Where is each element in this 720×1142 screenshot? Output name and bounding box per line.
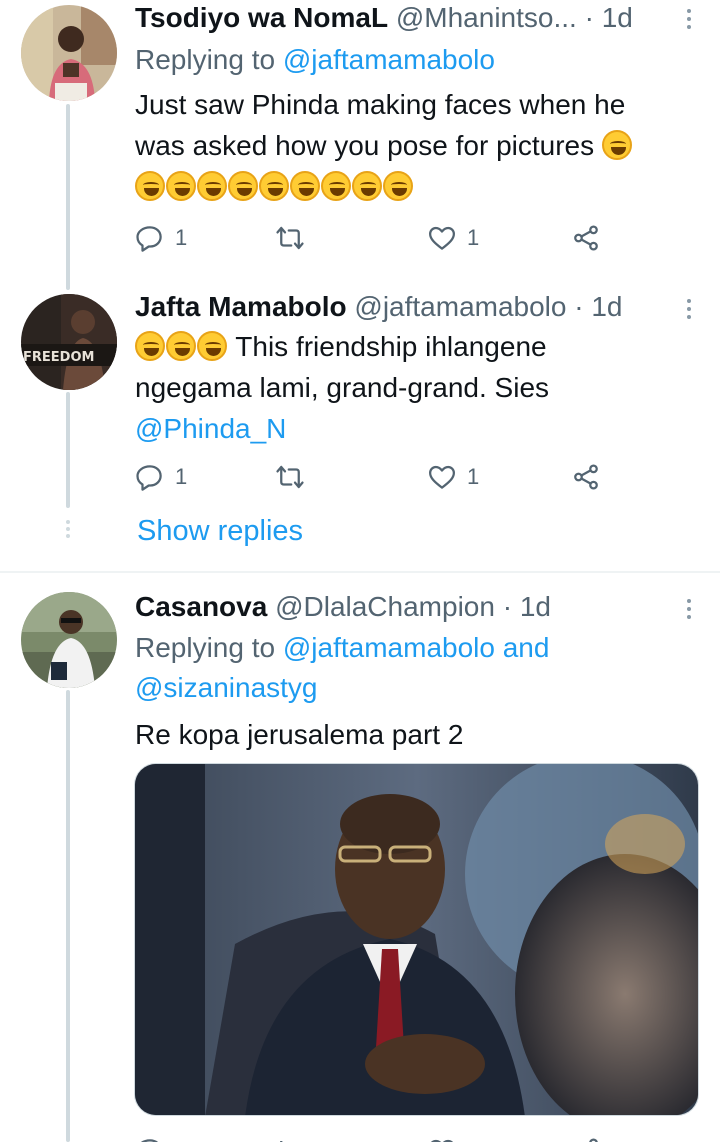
- retweet-icon: [276, 226, 304, 250]
- user-handle[interactable]: @Mhanintso...: [396, 2, 577, 33]
- tweet-2[interactable]: FREEDOM Jafta Mamabolo @jaftamamabolo · …: [0, 290, 720, 570]
- reply-icon: [136, 465, 162, 491]
- timestamp[interactable]: · 1d: [503, 591, 551, 622]
- tweet-text: Re kopa jerusalema part 2: [135, 719, 464, 750]
- share-icon: [574, 225, 598, 251]
- retweet-icon: [276, 465, 304, 489]
- user-handle[interactable]: @jaftamamabolo: [354, 291, 566, 322]
- tweet-header: Tsodiyo wa NomaL @Mhanintso... · 1d: [135, 0, 660, 38]
- reply-icon: [136, 226, 162, 252]
- timestamp[interactable]: · 1d: [574, 291, 622, 322]
- user-handle[interactable]: @DlalaChampion: [275, 591, 495, 622]
- laughing-emoji-icon: [321, 171, 351, 201]
- like-button[interactable]: [427, 1134, 457, 1142]
- reply-count: 1: [175, 464, 188, 489]
- retweet-icon: [280, 1141, 283, 1142]
- like-count: 1: [467, 225, 480, 250]
- display-name[interactable]: Casanova: [135, 591, 267, 622]
- like-icon: [429, 226, 455, 250]
- mention-link[interactable]: @sizaninastyg: [135, 668, 549, 708]
- thread-line: [66, 690, 70, 1142]
- laughing-emoji-icon: [601, 130, 632, 160]
- more-icon[interactable]: [684, 596, 694, 626]
- reply-icon: [140, 1139, 159, 1142]
- tweet-1[interactable]: Tsodiyo wa NomaL @Mhanintso... · 1d Repl…: [0, 0, 720, 290]
- retweet-button[interactable]: [275, 1134, 305, 1142]
- display-name[interactable]: Jafta Mamabolo: [135, 291, 347, 322]
- share-button[interactable]: [571, 221, 601, 255]
- like-button[interactable]: 1: [427, 460, 479, 494]
- tweet-header: Jafta Mamabolo @jaftamamabolo · 1d: [135, 287, 660, 327]
- laughing-emoji-icon: [197, 331, 227, 361]
- laughing-emoji-icon: [383, 171, 413, 201]
- retweet-button[interactable]: [275, 221, 305, 255]
- tweet-header: Casanova @DlalaChampion · 1d: [135, 587, 660, 627]
- laughing-emoji-icon: [352, 171, 382, 201]
- show-replies-link[interactable]: Show replies: [137, 511, 303, 551]
- reply-button[interactable]: 1: [135, 221, 187, 255]
- laughing-emoji-icon: [197, 171, 227, 201]
- reply-count: 1: [175, 225, 188, 250]
- mention-link[interactable]: @jaftamamabolo and: [283, 632, 550, 663]
- more-icon[interactable]: [684, 6, 694, 36]
- like-icon: [430, 1139, 454, 1142]
- divider: [0, 571, 720, 573]
- tweet-media-photo[interactable]: [134, 763, 699, 1116]
- thread-line: [66, 392, 70, 508]
- tweet-text: Just saw Phinda making faces when he was…: [135, 84, 680, 207]
- avatar[interactable]: [21, 592, 117, 688]
- laughing-emoji-icon: [135, 171, 165, 201]
- share-button[interactable]: [571, 460, 601, 494]
- share-icon: [574, 464, 598, 490]
- laughing-emoji-icon: [228, 171, 258, 201]
- avatar[interactable]: [21, 5, 117, 101]
- thread-dots: [66, 520, 70, 541]
- thread-line: [66, 104, 70, 290]
- retweet-button[interactable]: [275, 460, 305, 494]
- tweet-actions-partial: [135, 1134, 615, 1142]
- share-button[interactable]: [571, 1134, 601, 1142]
- like-button[interactable]: 1: [427, 221, 479, 255]
- share-icon: [589, 1138, 598, 1142]
- mention-link[interactable]: @Phinda_N: [135, 408, 680, 449]
- reply-button[interactable]: 1: [135, 460, 187, 494]
- display-name[interactable]: Tsodiyo wa NomaL: [135, 2, 388, 33]
- replying-to: Replying to @jaftamamabolo and @sizanina…: [135, 628, 549, 708]
- like-count: 1: [467, 464, 480, 489]
- grinning-emoji-icon: [166, 331, 196, 361]
- tweet-actions: 1 1: [135, 460, 615, 494]
- timestamp[interactable]: · 1d: [585, 2, 633, 33]
- laughing-emoji-icon: [259, 171, 289, 201]
- like-icon: [429, 465, 455, 489]
- tweet-actions: 1 1: [135, 221, 615, 255]
- tweet-text: This friendship ihlangene ngegama lami, …: [135, 326, 680, 449]
- laughing-emoji-icon: [290, 171, 320, 201]
- laughing-emoji-icon: [166, 171, 196, 201]
- replying-to: Replying to @jaftamamabolo: [135, 44, 495, 75]
- emoji-row: [135, 166, 680, 207]
- mention-link[interactable]: @jaftamamabolo: [283, 44, 495, 75]
- grinning-emoji-icon: [135, 331, 165, 361]
- avatar[interactable]: FREEDOM: [21, 294, 117, 390]
- reply-button[interactable]: [135, 1134, 165, 1142]
- more-icon[interactable]: [684, 296, 694, 326]
- avatar-text: FREEDOM: [23, 350, 94, 365]
